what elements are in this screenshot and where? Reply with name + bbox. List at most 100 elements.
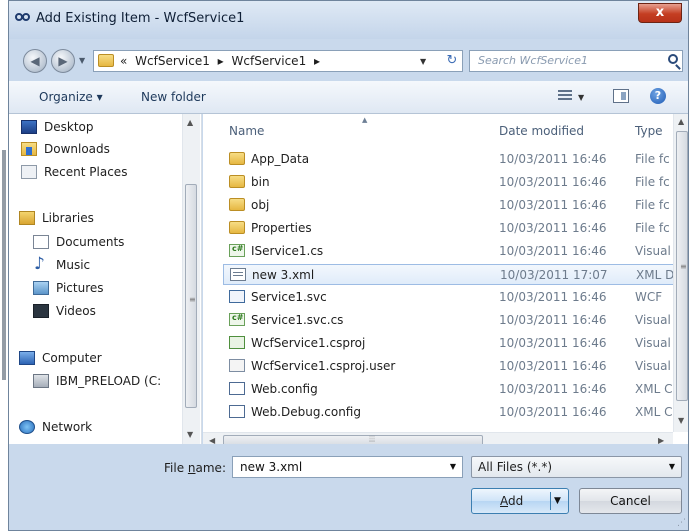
file-list-vertical-scrollbar[interactable]: ▲ ≡ ▼ bbox=[673, 114, 688, 432]
folder-icon bbox=[98, 54, 114, 67]
network-icon bbox=[19, 420, 35, 434]
file-date: 10/03/2011 16:46 bbox=[499, 336, 607, 350]
file-row[interactable]: Service1.svc.cs 10/03/2011 16:46 Visual bbox=[223, 310, 688, 331]
nav-item-label: Desktop bbox=[44, 120, 94, 134]
scroll-down-icon[interactable]: ▼ bbox=[678, 416, 684, 425]
navigation-pane-scrollbar[interactable]: ▲ ≡ ▼ bbox=[182, 114, 200, 444]
user-file-icon bbox=[229, 359, 245, 372]
search-input[interactable] bbox=[476, 53, 660, 68]
file-name-input[interactable] bbox=[238, 459, 432, 475]
file-type: File fc bbox=[635, 175, 670, 189]
preview-pane-icon[interactable] bbox=[613, 89, 629, 103]
file-row[interactable]: obj 10/03/2011 16:46 File fc bbox=[223, 195, 688, 216]
search-box[interactable] bbox=[469, 50, 683, 72]
new-folder-button[interactable]: New folder bbox=[141, 90, 206, 104]
folder-icon bbox=[229, 175, 245, 188]
config-file-icon bbox=[229, 405, 245, 418]
file-name-combobox[interactable]: ▼ bbox=[232, 456, 463, 478]
file-row[interactable]: WcfService1.csproj 10/03/2011 16:46 Visu… bbox=[223, 333, 688, 354]
nav-item-label: IBM_PRELOAD (C: bbox=[56, 374, 162, 388]
file-row[interactable]: Service1.svc 10/03/2011 16:46 WCF bbox=[223, 287, 688, 308]
recent-locations-dropdown-icon[interactable]: ▼ bbox=[79, 56, 85, 65]
nav-item-label: Recent Places bbox=[44, 165, 128, 179]
file-row[interactable]: Properties 10/03/2011 16:46 File fc bbox=[223, 218, 688, 239]
scroll-left-icon[interactable]: ◀ bbox=[209, 436, 215, 444]
nav-item-label: Music bbox=[56, 258, 91, 272]
refresh-icon: ↻ bbox=[446, 53, 458, 68]
file-date: 10/03/2011 16:46 bbox=[499, 175, 607, 189]
nav-item-label: Network bbox=[42, 420, 93, 434]
forward-arrow-icon: ▶ bbox=[58, 54, 68, 68]
organize-button[interactable]: Organize ▾ bbox=[39, 90, 103, 104]
csharp-file-icon bbox=[229, 244, 245, 257]
file-row[interactable]: App_Data 10/03/2011 16:46 File fc bbox=[223, 149, 688, 170]
search-icon[interactable] bbox=[668, 54, 678, 64]
file-row[interactable]: bin 10/03/2011 16:46 File fc bbox=[223, 172, 688, 193]
desktop-icon bbox=[21, 120, 37, 134]
file-type: File fc bbox=[635, 198, 670, 212]
refresh-button[interactable]: ↻ bbox=[441, 51, 463, 71]
breadcrumb[interactable]: « WcfService1 ▸ WcfService1 ▸ bbox=[93, 50, 463, 72]
scroll-down-icon[interactable]: ▼ bbox=[187, 430, 193, 439]
file-type: WCF bbox=[635, 290, 663, 304]
scrollbar-thumb[interactable]: ⦙⦙⦙ bbox=[223, 435, 483, 444]
file-name-dropdown-icon[interactable]: ▼ bbox=[450, 462, 456, 471]
resize-grip-icon[interactable]: ⋰ bbox=[677, 518, 686, 528]
pictures-icon bbox=[33, 281, 49, 295]
file-name: Web.config bbox=[251, 382, 318, 396]
computer-icon bbox=[19, 351, 35, 365]
add-options-dropdown-icon[interactable]: ▼ bbox=[554, 496, 561, 506]
file-name: bin bbox=[251, 175, 270, 189]
file-type: File fc bbox=[635, 152, 670, 166]
background-window-bar bbox=[2, 150, 6, 380]
back-button[interactable]: ◀ bbox=[23, 49, 47, 73]
title-bar[interactable]: Add Existing Item - WcfService1 x bbox=[9, 1, 688, 39]
breadcrumb-item[interactable]: WcfService1 bbox=[232, 54, 307, 68]
cancel-button[interactable]: Cancel bbox=[579, 488, 682, 514]
help-icon[interactable]: ? bbox=[650, 88, 666, 104]
file-row[interactable]: Web.config 10/03/2011 16:46 XML C bbox=[223, 379, 688, 400]
breadcrumb-separator-icon[interactable]: ▸ bbox=[314, 54, 320, 68]
file-date: 10/03/2011 16:46 bbox=[499, 152, 607, 166]
scrollbar-thumb[interactable]: ≡ bbox=[185, 184, 197, 408]
xml-file-icon bbox=[230, 268, 246, 281]
folder-icon bbox=[229, 221, 245, 234]
file-row[interactable]: IService1.cs 10/03/2011 16:46 Visual bbox=[223, 241, 688, 262]
breadcrumb-item[interactable]: WcfService1 bbox=[135, 54, 210, 68]
scroll-up-icon[interactable]: ▲ bbox=[678, 117, 684, 126]
forward-button[interactable]: ▶ bbox=[51, 49, 75, 73]
window-title: Add Existing Item - WcfService1 bbox=[36, 11, 245, 26]
file-type-select[interactable]: All Files (*.*) ▼ bbox=[471, 456, 682, 478]
file-type-dropdown-icon[interactable]: ▼ bbox=[669, 462, 675, 471]
scrollbar-thumb[interactable]: ≡ bbox=[676, 131, 688, 401]
split-button-divider bbox=[550, 492, 551, 510]
navigation-pane: Desktop Downloads Recent Places Librarie… bbox=[9, 114, 202, 444]
nav-item-label: Documents bbox=[56, 235, 125, 249]
column-header-date-modified[interactable]: Date modified bbox=[499, 124, 584, 138]
add-button[interactable]: Add ▼ bbox=[471, 488, 569, 514]
scroll-right-icon[interactable]: ▶ bbox=[658, 436, 664, 444]
sort-ascending-icon: ▲ bbox=[362, 116, 368, 124]
column-header-name[interactable]: Name bbox=[229, 124, 264, 138]
file-row[interactable]: Web.Debug.config 10/03/2011 16:46 XML C bbox=[223, 402, 688, 423]
file-name: Service1.svc bbox=[251, 290, 327, 304]
file-type-value: All Files (*.*) bbox=[478, 460, 553, 474]
close-button[interactable]: x bbox=[638, 3, 682, 23]
file-list-horizontal-scrollbar[interactable]: ◀ ⦙⦙⦙ ▶ bbox=[203, 432, 673, 444]
file-name: Service1.svc.cs bbox=[251, 313, 344, 327]
address-dropdown-icon[interactable]: ▼ bbox=[420, 57, 426, 66]
column-header-type[interactable]: Type bbox=[635, 124, 663, 138]
change-view-icon[interactable] bbox=[558, 90, 572, 102]
view-options-dropdown-icon[interactable]: ▼ bbox=[578, 93, 584, 102]
file-row[interactable]: WcfService1.csproj.user 10/03/2011 16:46… bbox=[223, 356, 688, 377]
add-existing-item-dialog: Add Existing Item - WcfService1 x ◀ ▶ ▼ … bbox=[8, 0, 689, 531]
file-row-selected[interactable]: new 3.xml 10/03/2011 17:07 XML D bbox=[223, 264, 688, 285]
nav-item-label: Downloads bbox=[44, 142, 110, 156]
file-date: 10/03/2011 16:46 bbox=[499, 405, 607, 419]
breadcrumb-overflow[interactable]: « bbox=[120, 54, 127, 68]
breadcrumb-separator-icon[interactable]: ▸ bbox=[218, 54, 224, 68]
file-date: 10/03/2011 16:46 bbox=[499, 198, 607, 212]
scroll-up-icon[interactable]: ▲ bbox=[187, 118, 193, 127]
file-type: XML D bbox=[636, 268, 675, 282]
scrollbar-grip-icon: ≡ bbox=[189, 295, 196, 304]
